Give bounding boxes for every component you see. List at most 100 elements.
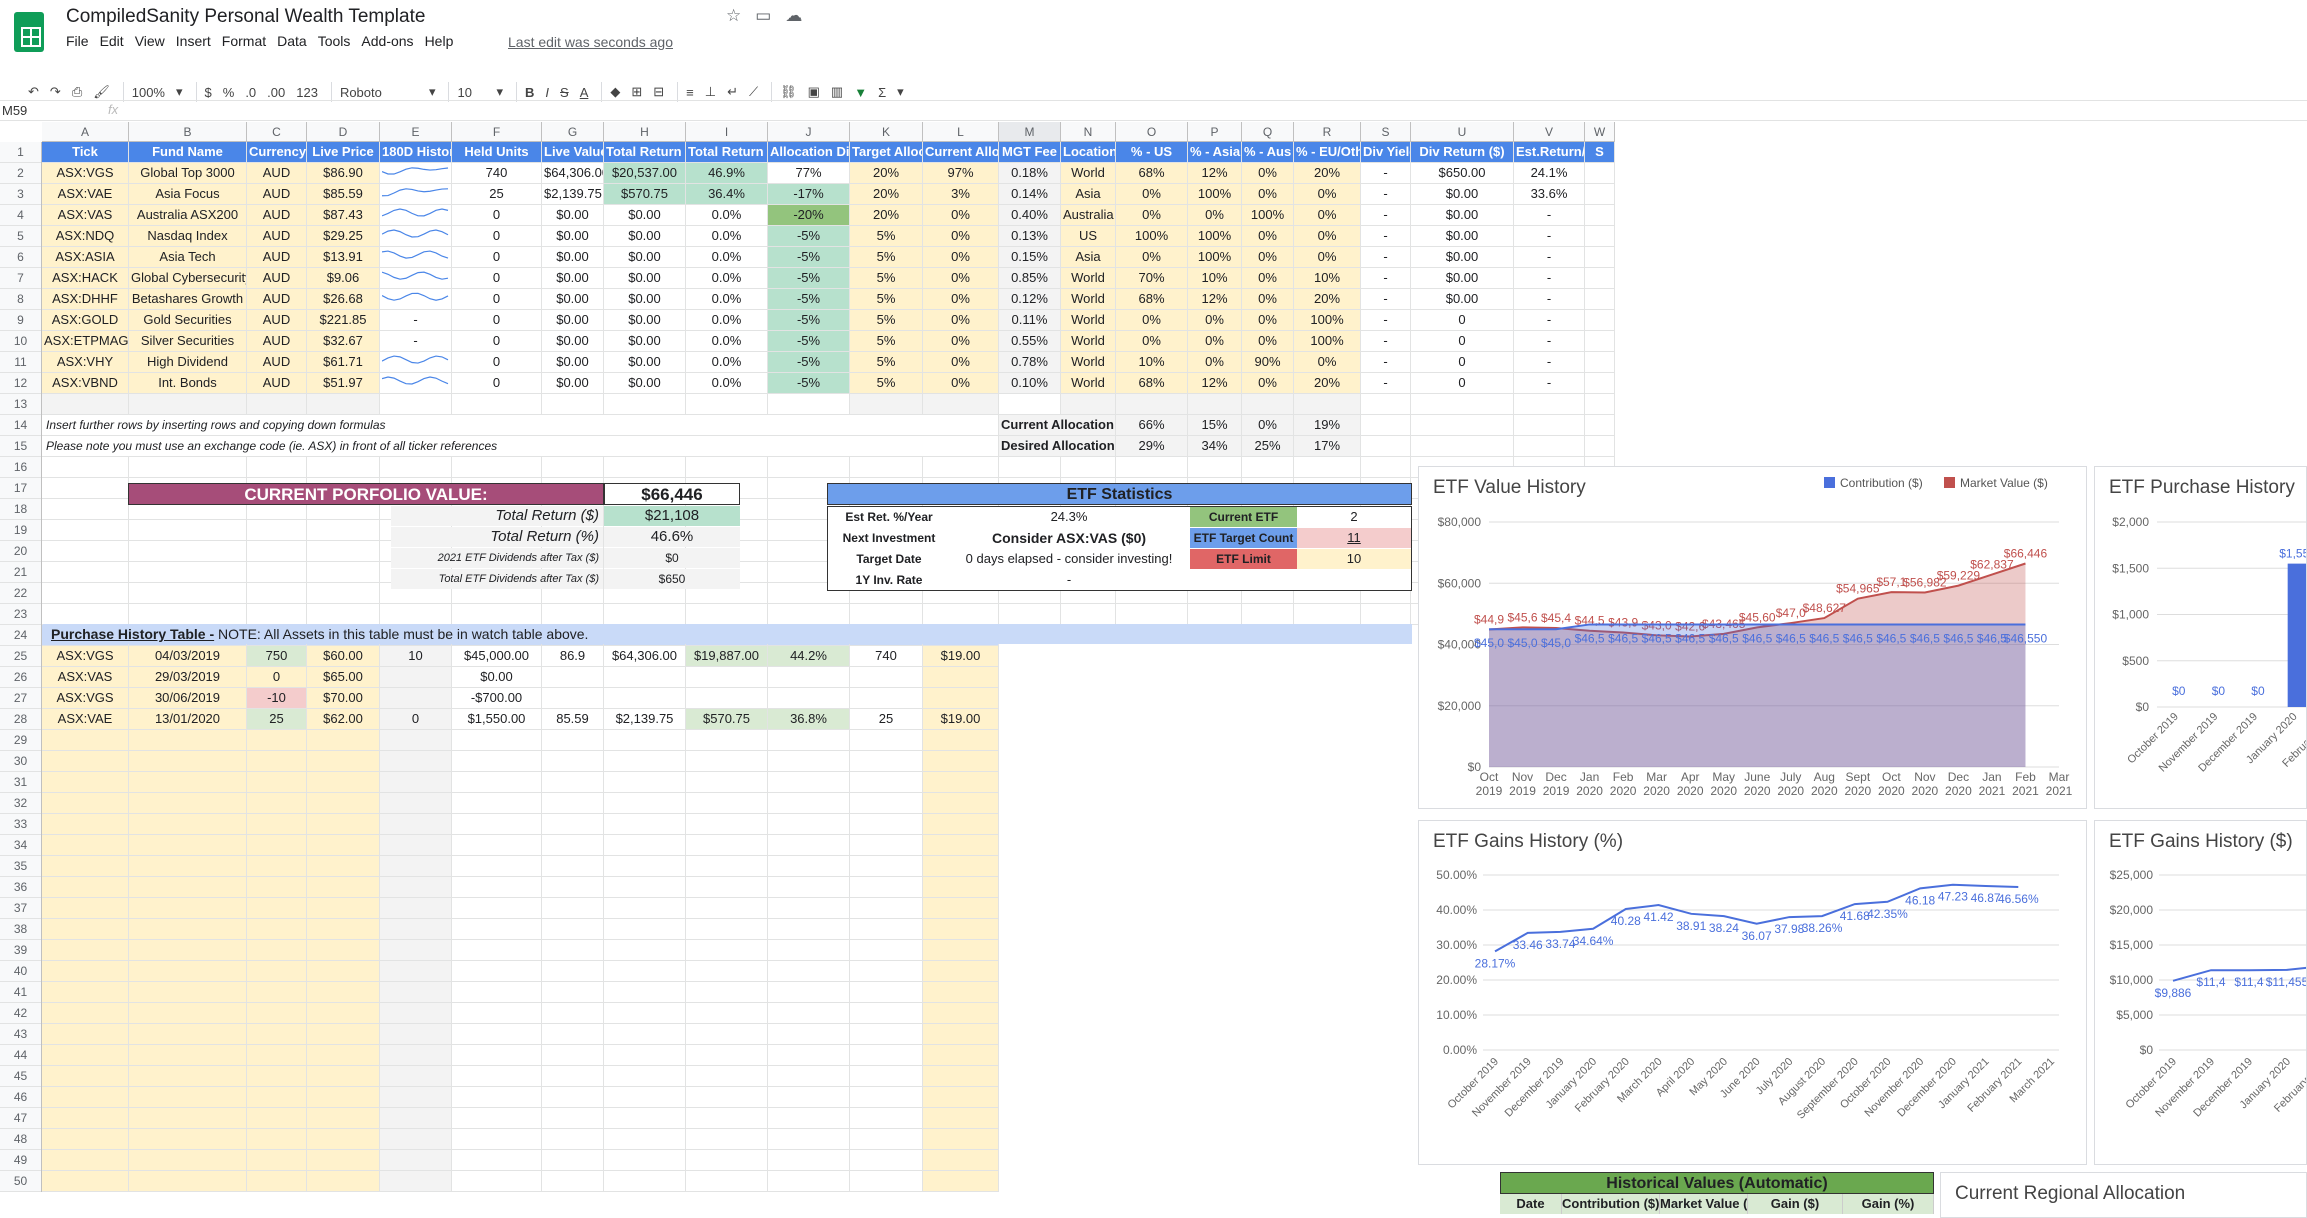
blank-cell[interactable] xyxy=(247,1150,307,1171)
watch-cell[interactable]: $0.00 xyxy=(604,373,686,394)
blank-cell[interactable] xyxy=(129,835,247,856)
blank-cell[interactable] xyxy=(1585,394,1615,415)
watch-cell[interactable]: $650.00 xyxy=(1411,163,1514,184)
purchase-cell[interactable]: 04/03/2019 xyxy=(129,646,247,667)
blank-cell[interactable] xyxy=(42,877,129,898)
blank-cell[interactable] xyxy=(542,772,604,793)
watch-header-cell[interactable]: % - EU/Other xyxy=(1294,142,1361,163)
blank-cell[interactable] xyxy=(452,898,542,919)
watch-cell[interactable]: ASX:ETPMAG xyxy=(42,331,129,352)
blank-cell[interactable] xyxy=(1514,436,1585,457)
blank-cell[interactable] xyxy=(307,1108,380,1129)
blank-cell[interactable] xyxy=(42,1129,129,1150)
allocation-cell[interactable]: 15% xyxy=(1188,415,1242,436)
blank-cell[interactable] xyxy=(247,772,307,793)
blank-cell[interactable] xyxy=(542,604,604,625)
blank-cell[interactable] xyxy=(380,961,452,982)
sparkline-cell[interactable]: - xyxy=(380,331,452,352)
watch-cell[interactable]: World xyxy=(1061,163,1116,184)
blank-cell[interactable] xyxy=(247,1171,307,1192)
watch-cell[interactable]: 5% xyxy=(850,331,923,352)
blank-cell[interactable] xyxy=(686,457,768,478)
column-header-l[interactable]: L xyxy=(923,122,999,141)
blank-cell[interactable] xyxy=(604,1150,686,1171)
blank-cell[interactable] xyxy=(129,919,247,940)
print-icon[interactable]: ⎙ xyxy=(72,84,82,100)
blank-cell[interactable] xyxy=(247,1024,307,1045)
blank-cell[interactable] xyxy=(42,730,129,751)
purchase-cell[interactable]: 10 xyxy=(380,646,452,667)
blank-cell[interactable] xyxy=(1294,604,1361,625)
blank-cell[interactable] xyxy=(923,772,999,793)
watch-cell[interactable]: - xyxy=(1514,205,1585,226)
watch-cell[interactable]: World xyxy=(1061,310,1116,331)
watch-cell[interactable] xyxy=(1585,331,1615,352)
paint-format-icon[interactable]: 🖌 xyxy=(93,84,110,100)
watch-header-cell[interactable]: % - Asia xyxy=(1188,142,1242,163)
blank-cell[interactable] xyxy=(129,1003,247,1024)
blank-cell[interactable] xyxy=(1361,457,1411,478)
blank-cell[interactable] xyxy=(380,1045,452,1066)
watch-cell[interactable]: 100% xyxy=(1188,226,1242,247)
watch-cell[interactable]: 0% xyxy=(1242,268,1294,289)
blank-cell[interactable] xyxy=(923,940,999,961)
historical-values-title[interactable]: Historical Values (Automatic) xyxy=(1500,1172,1934,1194)
blank-cell[interactable] xyxy=(768,1129,850,1150)
row-header[interactable]: 31 xyxy=(0,772,41,793)
decrease-decimal-button[interactable]: .0 xyxy=(245,85,256,100)
blank-cell[interactable] xyxy=(42,604,129,625)
blank-cell[interactable] xyxy=(923,1108,999,1129)
column-header-c[interactable]: C xyxy=(247,122,307,141)
historical-header-cell[interactable]: Gain (%) xyxy=(1843,1194,1934,1214)
insert-chart-icon[interactable]: ▥ xyxy=(831,84,843,100)
blank-cell[interactable] xyxy=(129,772,247,793)
menu-item-edit[interactable]: Edit xyxy=(100,33,135,49)
row-header[interactable]: 23 xyxy=(0,604,41,625)
blank-cell[interactable] xyxy=(850,982,923,1003)
blank-cell[interactable] xyxy=(604,730,686,751)
watch-cell[interactable]: 0% xyxy=(1242,373,1294,394)
watch-cell[interactable]: High Dividend xyxy=(129,352,247,373)
blank-cell[interactable] xyxy=(768,1066,850,1087)
blank-cell[interactable] xyxy=(604,898,686,919)
blank-cell[interactable] xyxy=(686,1150,768,1171)
blank-cell[interactable] xyxy=(307,898,380,919)
watch-cell[interactable]: World xyxy=(1061,268,1116,289)
blank-cell[interactable] xyxy=(850,1024,923,1045)
watch-cell[interactable]: 100% xyxy=(1294,331,1361,352)
blank-cell[interactable] xyxy=(307,940,380,961)
row-header[interactable]: 42 xyxy=(0,1003,41,1024)
blank-cell[interactable] xyxy=(247,835,307,856)
blank-cell[interactable] xyxy=(247,793,307,814)
watch-cell[interactable]: - xyxy=(1361,205,1411,226)
blank-cell[interactable] xyxy=(604,1024,686,1045)
blank-cell[interactable] xyxy=(768,793,850,814)
current-etf-value[interactable]: 2 xyxy=(1297,507,1411,527)
cell-area[interactable]: Tick Fund Name Currency Live Price 180D Hist… xyxy=(42,142,1615,1192)
watch-cell[interactable]: 20% xyxy=(850,205,923,226)
increase-decimal-button[interactable]: .00 xyxy=(267,85,285,100)
column-header-a[interactable]: A xyxy=(42,122,129,141)
watch-header-cell[interactable]: % - Aus xyxy=(1242,142,1294,163)
watch-cell[interactable]: 0% xyxy=(1188,310,1242,331)
watch-cell[interactable]: -5% xyxy=(768,289,850,310)
watch-cell[interactable]: 0.0% xyxy=(686,373,768,394)
allocation-cell[interactable]: 0% xyxy=(1242,415,1294,436)
watch-cell[interactable]: 100% xyxy=(1188,247,1242,268)
blank-cell[interactable] xyxy=(1242,394,1294,415)
purchase-cell[interactable] xyxy=(768,688,850,709)
blank-cell[interactable] xyxy=(686,394,768,415)
watch-cell[interactable]: AUD xyxy=(247,331,307,352)
functions-dropdown-icon[interactable]: ▾ xyxy=(897,84,904,100)
row-header[interactable]: 3 xyxy=(0,184,41,205)
purchase-cell[interactable]: 750 xyxy=(247,646,307,667)
watch-cell[interactable]: 20% xyxy=(1294,163,1361,184)
watch-header-cell[interactable]: Allocation Dif xyxy=(768,142,850,163)
sparkline-cell[interactable] xyxy=(380,226,452,247)
watch-cell[interactable]: $0.00 xyxy=(542,205,604,226)
purchase-cell[interactable]: 30/06/2019 xyxy=(129,688,247,709)
blank-cell[interactable] xyxy=(129,730,247,751)
blank-cell[interactable] xyxy=(380,877,452,898)
watch-cell[interactable]: - xyxy=(1514,226,1585,247)
watch-cell[interactable]: 740 xyxy=(452,163,542,184)
